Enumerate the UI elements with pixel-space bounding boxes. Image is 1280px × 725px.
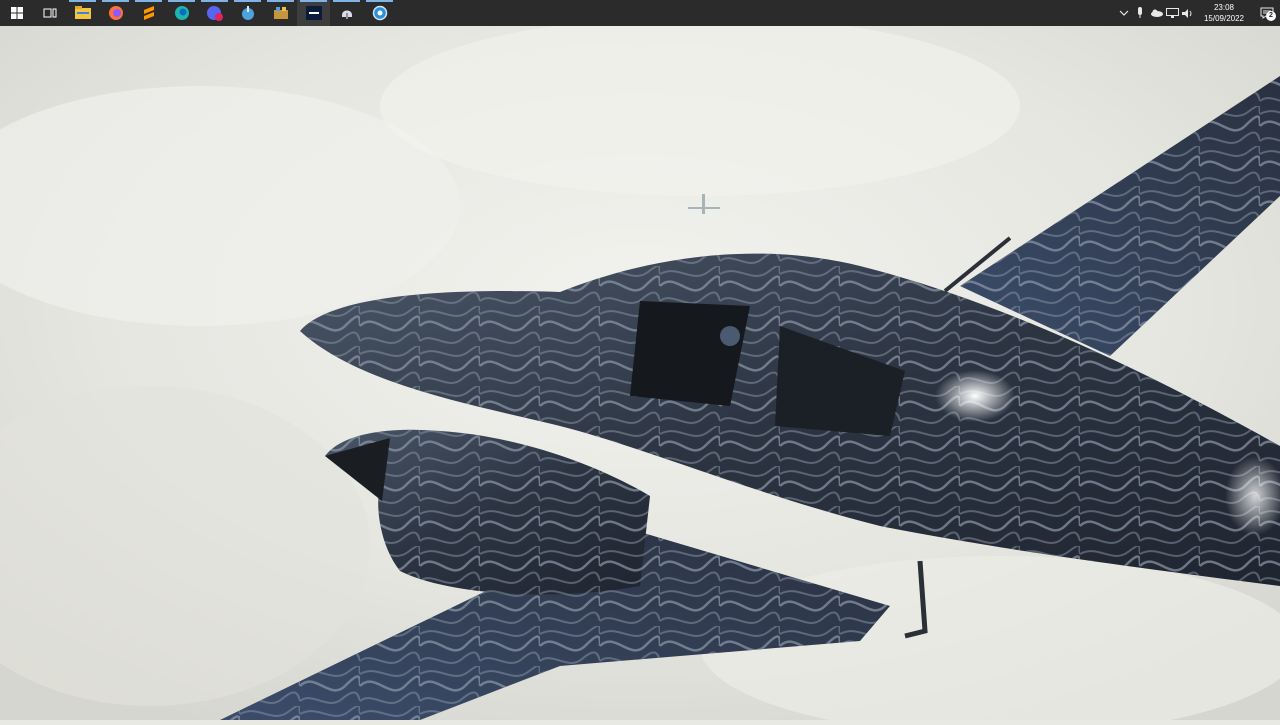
folder-icon xyxy=(74,6,91,19)
chevron-up-icon[interactable] xyxy=(1116,0,1132,26)
taskbar-flight-simulator[interactable] xyxy=(297,0,330,26)
taskbar-app-helmet[interactable] xyxy=(330,0,363,26)
taskbar-firefox[interactable] xyxy=(99,0,132,26)
taskbar-file-explorer[interactable] xyxy=(66,0,99,26)
microphone-icon[interactable] xyxy=(1132,0,1148,26)
taskbar-app-sync[interactable] xyxy=(363,0,396,26)
globe-download-icon xyxy=(241,6,254,20)
chat-icon xyxy=(206,6,223,21)
sync-circle-icon xyxy=(372,5,387,21)
task-view-icon xyxy=(43,8,56,18)
taskbar-edge[interactable] xyxy=(165,0,198,26)
clock-date: 15/09/2022 xyxy=(1203,14,1245,23)
aircraft-over-clouds-image xyxy=(0,16,1280,725)
firefox-icon xyxy=(108,6,123,20)
onedrive-cloud-icon[interactable] xyxy=(1148,0,1164,26)
volume-icon[interactable] xyxy=(1180,0,1196,26)
system-tray: 23:08 15/09/2022 2 xyxy=(1116,0,1280,26)
start-button[interactable] xyxy=(0,0,33,26)
edge-icon xyxy=(174,6,189,20)
notification-count-badge: 2 xyxy=(1266,11,1276,21)
taskbar-chat-app[interactable] xyxy=(198,0,231,26)
taskbar-sublime[interactable] xyxy=(132,0,165,26)
flight-sim-icon xyxy=(305,6,322,20)
notification-center-button[interactable]: 2 xyxy=(1254,0,1280,26)
desktop-wallpaper xyxy=(0,16,1280,725)
helmet-icon xyxy=(341,10,352,19)
clock-time: 23:08 xyxy=(1213,3,1235,12)
sublime-text-icon xyxy=(143,6,154,20)
taskbar: 23:08 15/09/2022 2 xyxy=(0,0,1280,26)
taskbar-clock[interactable]: 23:08 15/09/2022 xyxy=(1200,2,1248,24)
taskbar-app-toolbox[interactable] xyxy=(264,0,297,26)
taskbar-app-globe[interactable] xyxy=(231,0,264,26)
toolbox-icon xyxy=(273,7,288,19)
task-view-button[interactable] xyxy=(33,0,66,26)
network-icon[interactable] xyxy=(1164,0,1180,26)
windows-logo-icon xyxy=(10,7,23,19)
